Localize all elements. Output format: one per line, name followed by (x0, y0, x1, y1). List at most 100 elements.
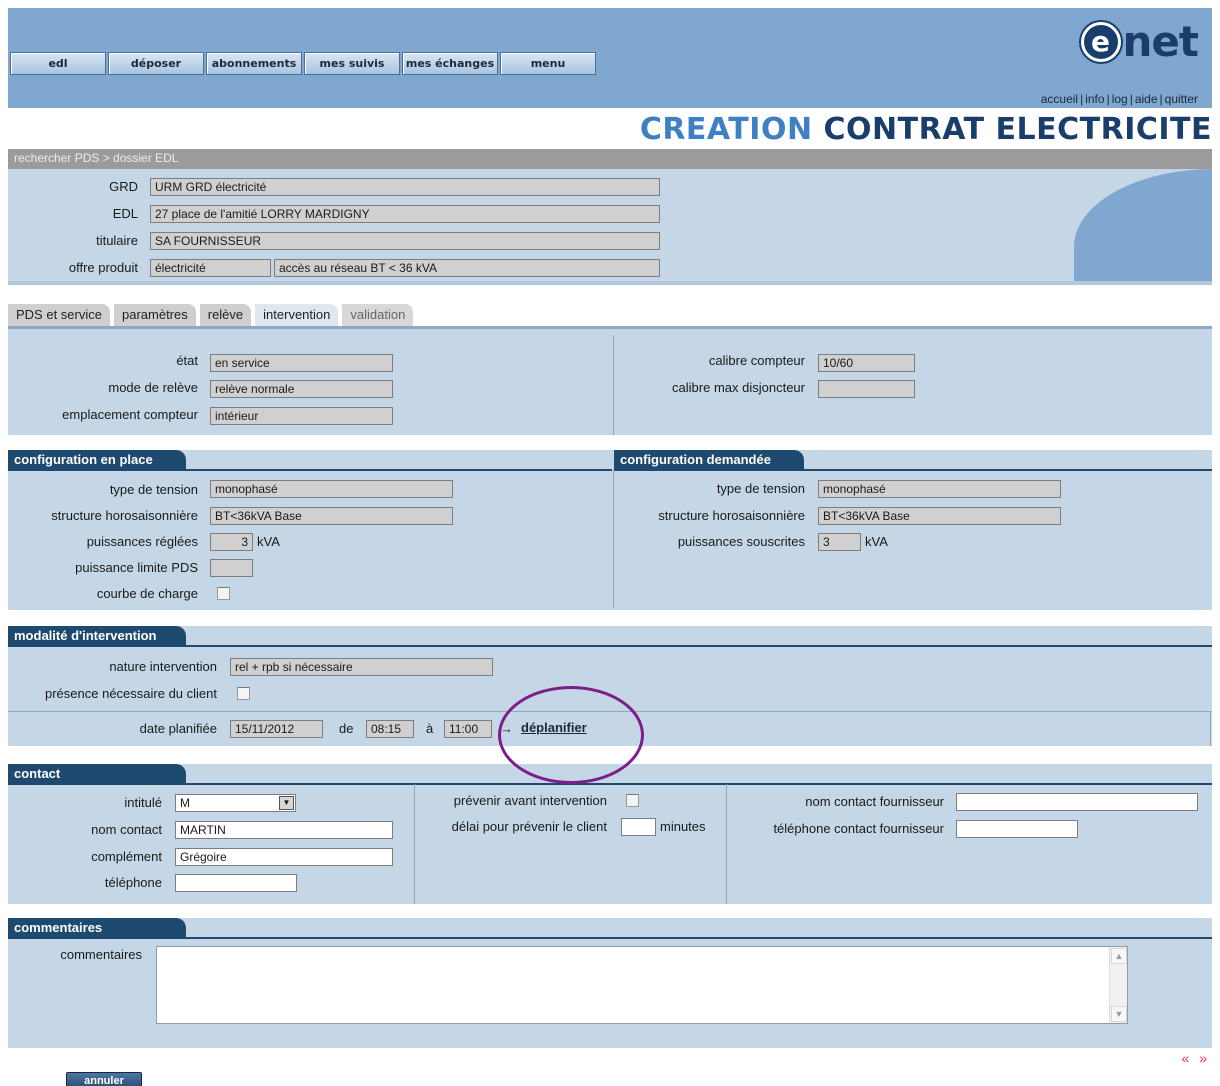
emplacement-label: emplacement compteur (62, 407, 198, 422)
structure-demandee-label: structure horosaisonnière (658, 508, 805, 523)
link-log[interactable]: log (1112, 92, 1128, 106)
calibre-field: 10/60 (818, 354, 915, 372)
fournisseur-nom-input[interactable] (956, 793, 1198, 811)
tab-pds-service[interactable]: PDS et service (8, 304, 110, 326)
date-planifiee-label: date planifiée (139, 721, 217, 736)
page-title: CREATION CONTRAT ELECTRICITE (640, 110, 1212, 146)
commentaires-header: commentaires (8, 918, 186, 938)
section-rule (8, 937, 1212, 939)
nom-contact-input[interactable]: MARTIN (175, 821, 393, 839)
chevron-down-icon[interactable]: ▼ (279, 796, 294, 810)
grd-field: URM GRD électricité (150, 178, 660, 196)
prevenir-label: prévenir avant intervention (453, 793, 607, 808)
tab-bar: PDS et service paramètres relève interve… (8, 304, 417, 326)
tension-demandee-label: type de tension (716, 481, 805, 496)
fournisseur-tel-label: téléphone contact fournisseur (773, 821, 944, 836)
puissance-limite-field (210, 559, 253, 577)
mode-releve-field: relève normale (210, 380, 393, 398)
puissances-reglees-field: 3 (210, 533, 253, 551)
divider (414, 784, 415, 904)
commentaires-textarea[interactable]: ▲ ▼ (156, 946, 1128, 1024)
arrow-right-icon: → (500, 721, 513, 736)
complement-label: complément (91, 849, 162, 864)
page-title-part1: CREATION (639, 112, 813, 146)
nature-intervention-field: rel + rpb si nécessaire (230, 658, 493, 676)
link-info[interactable]: info (1085, 92, 1104, 106)
intitule-label: intitulé (124, 795, 162, 810)
nom-contact-label: nom contact (91, 822, 162, 837)
de-label: de (339, 721, 354, 736)
fournisseur-tel-input[interactable] (956, 820, 1078, 838)
link-quitter[interactable]: quitter (1165, 92, 1198, 106)
courbe-charge-checkbox[interactable] (217, 587, 230, 600)
edl-field: 27 place de l'amitié LORRY MARDIGNY (150, 205, 660, 223)
presence-client-label: présence nécessaire du client (45, 686, 217, 701)
scroll-up-icon[interactable]: ▲ (1111, 948, 1127, 964)
commentaires-label: commentaires (60, 947, 142, 962)
scrollbar[interactable]: ▲ ▼ (1109, 947, 1127, 1023)
breadcrumb: rechercher PDS > dossier EDL (8, 149, 1212, 169)
calibre-label: calibre compteur (708, 353, 805, 368)
link-aide[interactable]: aide (1135, 92, 1158, 106)
section-rule (8, 469, 612, 471)
contact-panel: contact intitulé M ▼ nom contact MARTIN … (8, 764, 1212, 904)
nav-button-deposer[interactable]: déposer (108, 52, 204, 75)
structure-place-field: BT<36kVA Base (210, 507, 453, 525)
puissances-reglees-label: puissances réglées (86, 534, 198, 549)
divider (8, 711, 1212, 712)
nav-button-menu[interactable]: menu (500, 52, 596, 75)
titulaire-label: titulaire (96, 233, 138, 248)
pager-arrows[interactable]: « » (1182, 1050, 1210, 1066)
offre-field-1: électricité (150, 259, 271, 277)
heure-debut-field: 08:15 (366, 720, 414, 738)
presence-client-checkbox[interactable] (237, 687, 250, 700)
disjoncteur-field (818, 380, 915, 398)
courbe-charge-label: courbe de charge (96, 586, 198, 601)
titulaire-field: SA FOURNISSEUR (150, 232, 660, 250)
configuration-panel: configuration en place configuration dem… (8, 450, 1212, 610)
structure-place-label: structure horosaisonnière (51, 508, 198, 523)
tab-releve[interactable]: relève (199, 304, 252, 326)
puissances-reglees-unit: kVA (257, 534, 280, 549)
dossier-header: GRD URM GRD électricité EDL 27 place de … (8, 169, 1212, 285)
logo-text: net (1122, 17, 1199, 66)
intervention-header: modalité d'intervention (8, 626, 186, 646)
intitule-value: M (180, 796, 190, 810)
scroll-down-icon[interactable]: ▼ (1111, 1006, 1127, 1022)
tab-parametres[interactable]: paramètres (113, 304, 196, 326)
telephone-input[interactable] (175, 874, 297, 892)
top-links: accueil | info | log | aide | quitter (1040, 92, 1198, 106)
telephone-label: téléphone (104, 875, 162, 890)
header-curve (1074, 169, 1212, 281)
emplacement-field: intérieur (210, 407, 393, 425)
delai-input[interactable] (621, 818, 656, 836)
nav-button-abonnements[interactable]: abonnements (206, 52, 302, 75)
divider (1210, 711, 1211, 746)
link-accueil[interactable]: accueil (1041, 92, 1078, 106)
contact-header: contact (8, 764, 186, 784)
nav-button-edl[interactable]: edl (10, 52, 106, 75)
complement-input[interactable]: Grégoire (175, 848, 393, 866)
annuler-button[interactable]: annuler (66, 1072, 142, 1086)
config-place-header: configuration en place (8, 450, 186, 470)
intitule-select[interactable]: M ▼ (175, 794, 296, 812)
section-rule (8, 783, 1212, 785)
edl-label: EDL (112, 206, 138, 221)
prevenir-checkbox[interactable] (626, 794, 639, 807)
config-demandee-header: configuration demandée (614, 450, 804, 470)
tab-validation[interactable]: validation (342, 304, 414, 326)
mode-releve-label: mode de relève (108, 380, 198, 395)
nature-intervention-label: nature intervention (109, 659, 217, 674)
main-nav: edl déposer abonnements mes suivis mes é… (10, 52, 596, 75)
a-label: à (426, 721, 434, 736)
deplanifier-link[interactable]: déplanifier (521, 720, 587, 735)
etat-label: état (176, 353, 198, 368)
tab-intervention[interactable]: intervention (255, 304, 339, 326)
section-rule (614, 469, 1212, 471)
nav-button-mes-echanges[interactable]: mes échanges (402, 52, 498, 75)
puissances-souscrites-field: 3 (818, 533, 861, 551)
heure-fin-field: 11:00 (444, 720, 492, 738)
tension-place-label: type de tension (109, 482, 198, 497)
tension-demandee-field: monophasé (818, 480, 1061, 498)
nav-button-mes-suivis[interactable]: mes suivis (304, 52, 400, 75)
